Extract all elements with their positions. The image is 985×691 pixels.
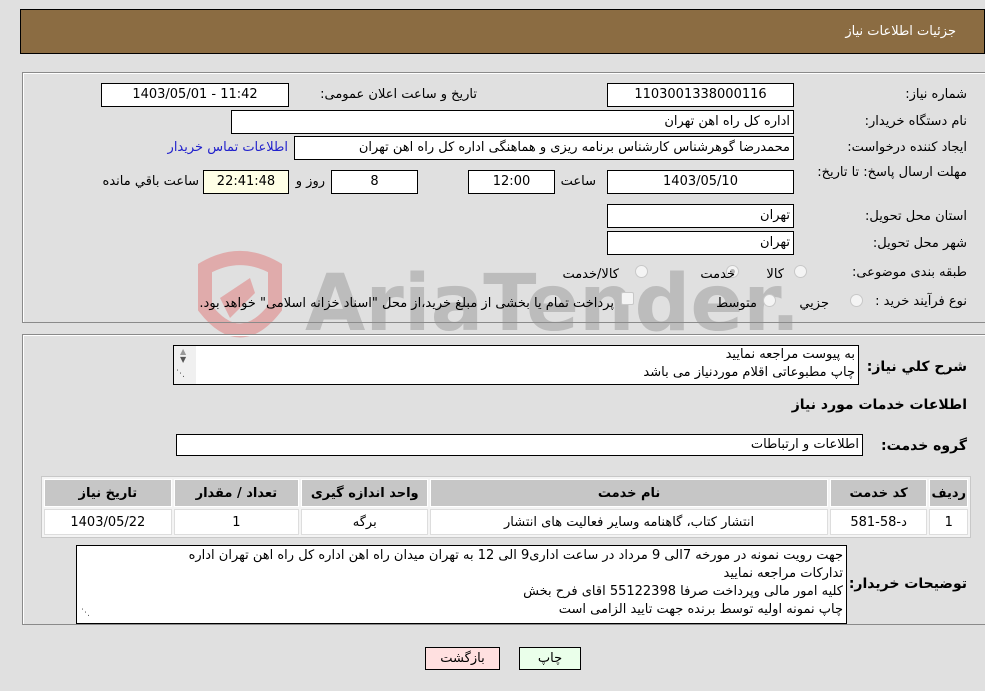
province-label: استان محل تحویل:: [865, 209, 967, 224]
deadline-time-field: 12:00: [468, 170, 555, 194]
category-option-goods-service: کالا/خدمت: [562, 267, 619, 282]
description-label: شرح كلي نياز:: [866, 359, 967, 375]
buyer-notes-line: چاپ نمونه اولیه توسط برنده جهت تایید الز…: [558, 602, 843, 617]
requester-field: محمدرضا گوهرشناس کارشناس برنامه ریزی و ه…: [294, 136, 794, 160]
description-line: چاپ مطبوعاتی اقلام موردنیاز می باشد: [643, 365, 855, 380]
requester-label: ایجاد کننده درخواست:: [847, 140, 967, 155]
purchase-type-radio-minor[interactable]: [850, 294, 863, 307]
back-button[interactable]: بازگشت: [425, 647, 500, 670]
province-field: تهران: [607, 204, 794, 228]
page-header: جزئیات اطلاعات نیاز: [20, 9, 985, 54]
description-textarea[interactable]: به پیوست مراجعه نمایید چاپ مطبوعاتی اقلا…: [173, 345, 859, 385]
purchase-type-option-medium: متوسط: [716, 296, 757, 311]
purchase-type-label: نوع فرآیند خرید :: [875, 294, 967, 309]
resize-grip-icon[interactable]: ⋰: [81, 604, 90, 622]
treasury-note: پرداخت تمام یا بخشی از مبلغ خرید،از محل …: [199, 296, 614, 311]
cell-row-number: 1: [929, 509, 968, 535]
city-field: تهران: [607, 231, 794, 255]
buyer-notes-line: جهت رویت نمونه در مورخه 7الی 9 مرداد در …: [188, 548, 843, 563]
services-heading: اطلاعات خدمات مورد نياز: [791, 397, 967, 413]
need-number-field: 1103001338000116: [607, 83, 794, 107]
print-button[interactable]: چاپ: [519, 647, 581, 670]
days-label: روز و: [295, 174, 325, 189]
buyer-notes-line: کلیه امور مالی وپرداخت صرفا 55122398 اقا…: [523, 584, 843, 599]
col-header-service-name: نام خدمت: [430, 479, 828, 507]
announce-datetime-label: تاریخ و ساعت اعلان عمومی:: [320, 87, 477, 102]
col-header-need-date: تاريخ نياز: [44, 479, 172, 507]
description-line: به پیوست مراجعه نمایید: [725, 347, 855, 362]
category-option-goods: کالا: [766, 267, 784, 282]
cell-need-date: 1403/05/22: [44, 509, 172, 535]
cell-quantity: 1: [173, 509, 300, 535]
purchase-type-radio-medium[interactable]: [763, 294, 776, 307]
purchase-type-option-minor: جزيي: [799, 296, 829, 311]
scroll-down-icon[interactable]: ▼: [180, 356, 186, 364]
textarea-scrollbar[interactable]: ▲ ▼ ⋰: [174, 346, 196, 384]
resize-grip-icon[interactable]: ⋰: [176, 365, 185, 383]
time-remaining-field: 22:41:48: [203, 170, 289, 194]
col-header-quantity: تعداد / مقدار: [173, 479, 300, 507]
need-details-panel: شرح كلي نياز: به پیوست مراجعه نمایید چاپ…: [22, 334, 985, 625]
need-info-panel: شماره نیاز: 1103001338000116 تاریخ و ساع…: [22, 72, 985, 323]
cell-service-name: انتشار کتاب، گاهنامه وسایر فعالیت های ان…: [430, 509, 828, 535]
service-group-field: اطلاعات و ارتباطات: [176, 434, 863, 456]
deadline-label: مهلت ارسال پاسخ: تا تاریخ:: [817, 165, 967, 180]
time-remaining-label: ساعت باقي مانده: [102, 174, 199, 189]
deadline-date-field: 1403/05/10: [607, 170, 794, 194]
cell-service-code: د-58-581: [829, 509, 928, 535]
days-remaining-field: 8: [331, 170, 418, 194]
page-title: جزئیات اطلاعات نیاز: [845, 24, 956, 39]
category-radio-goods[interactable]: [794, 265, 807, 278]
col-header-row-number: رديف: [929, 479, 968, 507]
buyer-notes-line: تدارکات مراجعه نمایید: [723, 566, 843, 581]
services-table: رديف كد خدمت نام خدمت واحد اندازه گيری ت…: [41, 476, 971, 538]
category-option-service: خدمت: [700, 267, 735, 282]
service-group-label: گروه خدمت:: [881, 438, 967, 454]
city-label: شهر محل تحویل:: [872, 236, 967, 251]
need-number-label: شماره نیاز:: [905, 87, 967, 102]
deadline-time-label: ساعت: [560, 174, 596, 189]
buyer-org-field: اداره کل راه اهن تهران: [231, 110, 794, 134]
buyer-org-label: نام دستگاه خریدار:: [864, 114, 967, 129]
announce-datetime-field: 1403/05/01 - 11:42: [101, 83, 289, 107]
category-label: طبقه بندی موضوعی:: [851, 265, 967, 280]
cell-unit: برگه: [301, 509, 429, 535]
table-row: 1 د-58-581 انتشار کتاب، گاهنامه وسایر فع…: [44, 509, 968, 535]
col-header-unit: واحد اندازه گيری: [301, 479, 429, 507]
col-header-service-code: كد خدمت: [829, 479, 928, 507]
treasury-checkbox[interactable]: [621, 292, 634, 305]
buyer-notes-textarea[interactable]: جهت رویت نمونه در مورخه 7الی 9 مرداد در …: [76, 545, 847, 624]
buyer-contact-link[interactable]: اطلاعات تماس خریدار: [168, 140, 288, 155]
table-header-row: رديف كد خدمت نام خدمت واحد اندازه گيری ت…: [44, 479, 968, 507]
category-radio-goods-service[interactable]: [635, 265, 648, 278]
buyer-notes-label: توضيحات خريدار:: [848, 576, 967, 592]
